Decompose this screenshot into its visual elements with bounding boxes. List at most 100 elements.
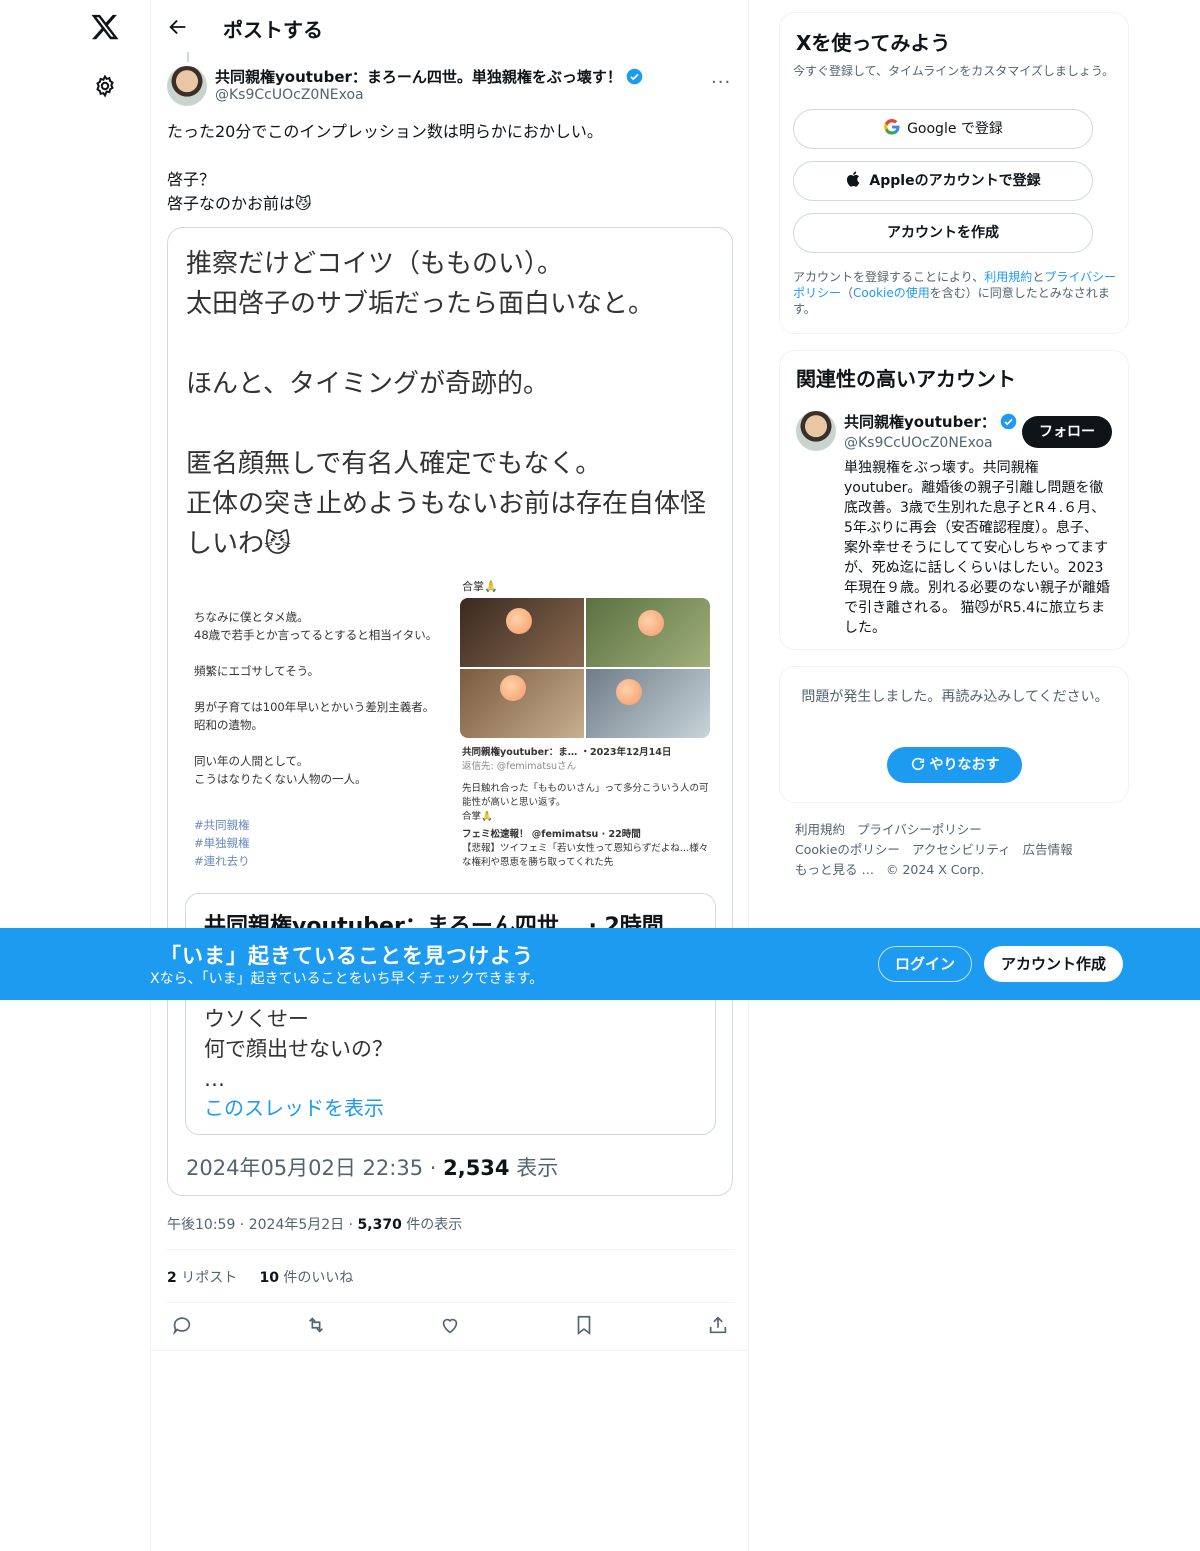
- page-title: ポストする: [223, 18, 323, 42]
- image-big-text: 推察だけどコイツ（もものい）。 太田啓子のサブ垢だったら面白いなと。 ほんと、タ…: [186, 249, 707, 559]
- related-bio: 単独親権をぶっ壊す。共同親権youtuber。離婚後の親子引離し問題を徹底改善。…: [844, 460, 1110, 636]
- create-account-button[interactable]: アカウントを作成: [793, 213, 1093, 253]
- signup-subtitle: 今すぐ登録して、タイムラインをカスタマイズしましょう。: [793, 64, 1115, 78]
- left-screenshot-text: ちなみに僕とタメ歳。 48歳で若手とか言ってるとすると相当イタい。 頻繁にエゴサ…: [194, 610, 438, 786]
- post-time[interactable]: 午後10:59: [167, 1217, 235, 1233]
- banner-headline: 「いま」起きていることを見つけよう: [160, 944, 534, 968]
- mini-inner-body: 【悲報】ツイフェミ「若い女性って恩知らずだよね…様々な権利や恩恵を勝ち取ってくれ…: [462, 843, 709, 868]
- action-bar: [167, 1314, 733, 1340]
- image-meta-views-label: 表示: [509, 1156, 559, 1180]
- verified-icon: [626, 68, 643, 85]
- view-label: 件の表示: [406, 1217, 463, 1233]
- related-title: 関連性の高いアカウント: [796, 367, 1016, 391]
- footer-link[interactable]: プライバシーポリシー: [857, 822, 982, 837]
- repost-label[interactable]: リポスト: [181, 1270, 237, 1286]
- related-name-text[interactable]: 共同親権youtuber：: [844, 413, 996, 431]
- related-accounts-panel: 関連性の高いアカウント 共同親権youtuber： @Ks9CcUOcZ0NEx…: [779, 350, 1129, 650]
- image-meta: 2024年05月02日 22:35 · 2,534 表示: [186, 1152, 558, 1182]
- avatar[interactable]: [167, 66, 207, 106]
- footer-link[interactable]: アクセシビリティ: [912, 842, 1011, 857]
- legal-paren: （: [841, 286, 854, 300]
- footer-link[interactable]: 利用規約: [795, 822, 845, 837]
- google-signup-button[interactable]: Google で登録: [793, 109, 1093, 149]
- apple-icon: [847, 171, 860, 187]
- apple-signup-label: Appleのアカウントで登録: [869, 173, 1041, 189]
- thread-line: [187, 52, 189, 62]
- post-date[interactable]: 2024年5月2日: [249, 1217, 344, 1233]
- divider: [167, 1302, 733, 1303]
- back-arrow-icon[interactable]: [167, 16, 189, 38]
- terms-link[interactable]: 利用規約: [984, 270, 1032, 284]
- cookie-link[interactable]: Cookieの使用: [853, 286, 930, 300]
- mini-reply: 返信先: @femimatsuさん: [462, 761, 577, 772]
- login-banner: 「いま」起きていることを見つけよう Xなら、「いま」起きていることをいち早くチェ…: [0, 928, 1200, 1000]
- divider: [151, 1350, 749, 1351]
- peach-sticker: [506, 608, 532, 634]
- like-count[interactable]: 10: [259, 1270, 278, 1286]
- author-handle[interactable]: @Ks9CcUOcZ0NExoa: [215, 87, 364, 103]
- quote-body: ウソくせー 何で顔出せないの？ …: [204, 1007, 393, 1091]
- footer-link[interactable]: 広告情報: [1023, 842, 1073, 857]
- bookmark-icon[interactable]: [573, 1314, 595, 1336]
- main-column: ポストする 共同親権youtuber：まろーん四世。単独親権をぶっ壊す！ @Ks…: [150, 0, 749, 1551]
- error-text: 問題が発生しました。再読み込みしてください。: [801, 689, 1109, 705]
- view-count: 5,370: [357, 1217, 402, 1233]
- avatar[interactable]: [796, 411, 836, 451]
- google-signup-label: Google で登録: [907, 121, 1003, 137]
- post-stats: 2 リポスト 10 件のいいね: [167, 1267, 353, 1287]
- related-handle[interactable]: @Ks9CcUOcZ0NExoa: [844, 435, 993, 451]
- author-name-text[interactable]: 共同親権youtuber：まろーん四世。単独親権をぶっ壊す！: [215, 68, 622, 86]
- signup-legal: アカウントを登録することにより、利用規約とプライバシーポリシー（Cookieの使…: [793, 269, 1123, 317]
- signup-button[interactable]: アカウント作成: [984, 946, 1123, 982]
- like-icon[interactable]: [439, 1314, 461, 1336]
- post-text: たった20分でこのインプレッション数は明らかにおかしい。 啓子？ 啓子なのかお前…: [167, 122, 603, 213]
- show-thread-link[interactable]: このスレッドを表示: [204, 1092, 384, 1121]
- login-button[interactable]: ログイン: [878, 946, 972, 982]
- photo-grid: [460, 598, 710, 738]
- post-image-card[interactable]: 推察だけどコイツ（もものい）。 太田啓子のサブ垢だったら面白いなと。 ほんと、タ…: [167, 227, 733, 1196]
- follow-button[interactable]: フォロー: [1022, 416, 1112, 448]
- legal-text-1: アカウントを登録することにより、: [793, 270, 985, 284]
- google-icon: [884, 118, 900, 135]
- peach-sticker: [638, 610, 664, 636]
- signup-title: Xを使ってみよう: [796, 31, 951, 55]
- mini-head: 共同親権youtuber：ま… ・2023年12月14日: [462, 747, 672, 758]
- copyright: © 2024 X Corp.: [885, 862, 985, 877]
- verified-icon: [1000, 413, 1017, 430]
- image-left-screenshot: ちなみに僕とタメ歳。 48歳で若手とか言ってるとすると相当イタい。 頻繁にエゴサ…: [186, 576, 454, 876]
- mini-inner-head: フェミ松速報！ @femimatsu · 22時間: [462, 829, 641, 840]
- image-meta-views: 2,534: [443, 1156, 510, 1180]
- refresh-icon: [911, 757, 924, 771]
- divider: [167, 1249, 733, 1250]
- repost-count[interactable]: 2: [167, 1270, 177, 1286]
- like-label[interactable]: 件のいいね: [283, 1270, 353, 1286]
- footer-links: 利用規約 プライバシーポリシー Cookieのポリシー アクセシビリティ 広告情報 も…: [795, 820, 1115, 880]
- page-header: ポストする: [151, 0, 749, 54]
- photo-2: [586, 598, 710, 667]
- retry-button[interactable]: やりなおす: [887, 747, 1022, 783]
- related-name[interactable]: 共同親権youtuber：: [844, 411, 1017, 432]
- image-meta-time: 2024年05月02日 22:35 ·: [186, 1156, 444, 1180]
- right-top-text: 合掌🙏: [462, 580, 498, 593]
- photo-1: [460, 598, 584, 667]
- mini-body: 先日触れ合った「もものいさん」って多分こういう人の可能性が高いと思い返す。 合掌…: [462, 783, 709, 822]
- share-icon[interactable]: [707, 1314, 729, 1336]
- footer-link[interactable]: Cookieのポリシー: [795, 842, 900, 857]
- apple-signup-button[interactable]: Appleのアカウントで登録: [793, 161, 1093, 201]
- repost-icon[interactable]: [305, 1314, 327, 1336]
- retry-label: やりなおす: [929, 757, 1000, 773]
- post-meta: 午後10:59 · 2024年5月2日 · 5,370 件の表示: [167, 1217, 463, 1233]
- error-panel: 問題が発生しました。再読み込みしてください。 やりなおす: [779, 666, 1129, 803]
- legal-and: と: [1032, 270, 1045, 284]
- banner-subtext: Xなら、「いま」起きていることをいち早くチェックできます。: [150, 971, 544, 987]
- peach-sticker: [500, 675, 526, 701]
- gear-icon[interactable]: [93, 74, 117, 98]
- photo-4: [586, 669, 710, 738]
- reply-icon[interactable]: [171, 1314, 193, 1336]
- footer-link[interactable]: もっと見る …: [795, 862, 874, 877]
- x-logo-icon[interactable]: [90, 12, 120, 42]
- signup-panel: Xを使ってみよう 今すぐ登録して、タイムラインをカスタマイズしましょう。 Goo…: [779, 12, 1129, 334]
- embedded-reply: 共同親権youtuber：ま… ・2023年12月14日 返信先: @femim…: [462, 746, 712, 870]
- author-name[interactable]: 共同親権youtuber：まろーん四世。単独親権をぶっ壊す！: [215, 66, 643, 87]
- more-options-icon[interactable]: ···: [711, 72, 731, 93]
